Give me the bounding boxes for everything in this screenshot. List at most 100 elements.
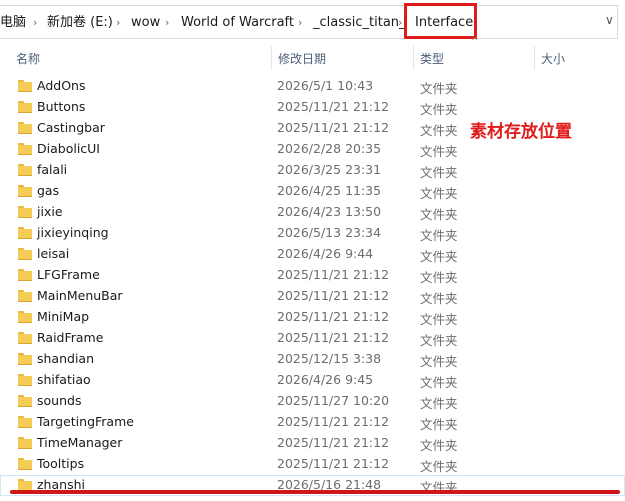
folder-icon	[18, 269, 32, 281]
file-name: TimeManager	[37, 435, 123, 450]
file-date: 2026/3/25 23:31	[277, 162, 382, 177]
file-date: 2026/4/23 13:50	[277, 204, 382, 219]
file-name: RaidFrame	[37, 330, 104, 345]
file-row[interactable]: TimeManager 2025/11/21 21:12 文件夹	[0, 433, 625, 454]
file-date: 2026/4/25 11:35	[277, 183, 382, 198]
file-type: 文件夹	[420, 228, 458, 243]
file-row[interactable]: Buttons 2025/11/21 21:12 文件夹	[0, 97, 625, 118]
file-date: 2025/11/21 21:12	[277, 330, 390, 345]
column-divider[interactable]	[534, 46, 535, 70]
file-name: shifatiao	[37, 372, 91, 387]
file-row[interactable]: falali 2026/3/25 23:31 文件夹	[0, 160, 625, 181]
folder-icon	[18, 227, 32, 239]
folder-icon	[18, 311, 32, 323]
crumb-classic-titan[interactable]: _classic_titan_	[313, 14, 406, 32]
folder-icon	[18, 416, 32, 428]
folder-icon	[18, 206, 32, 218]
file-name: Castingbar	[37, 120, 105, 135]
crumb-world-of-warcraft[interactable]: World of Warcraft	[181, 14, 294, 32]
file-name: jixie	[37, 204, 63, 219]
crumb-wow[interactable]: wow	[131, 14, 160, 32]
file-row[interactable]: DiabolicUI 2026/2/28 20:35 文件夹	[0, 139, 625, 160]
file-name: Tooltips	[37, 456, 85, 471]
file-date: 2026/4/26 9:45	[277, 372, 374, 387]
column-header: 名称 修改日期 类型 大小	[0, 46, 625, 70]
file-name: TargetingFrame	[37, 414, 134, 429]
column-divider[interactable]	[413, 46, 414, 70]
chevron-right-icon[interactable]: ›	[398, 14, 402, 32]
file-row[interactable]: TargetingFrame 2025/11/21 21:12 文件夹	[0, 412, 625, 433]
file-type: 文件夹	[420, 207, 458, 222]
column-type[interactable]: 类型	[420, 50, 444, 67]
file-row[interactable]: MiniMap 2025/11/21 21:12 文件夹	[0, 307, 625, 328]
chevron-right-icon[interactable]: ›	[33, 14, 37, 32]
file-row[interactable]: AddOns 2026/5/1 10:43 文件夹	[0, 76, 625, 97]
folder-icon	[18, 290, 32, 302]
chevron-right-icon[interactable]: ›	[165, 14, 169, 32]
chevron-right-icon[interactable]: ›	[116, 14, 120, 32]
folder-icon	[18, 164, 32, 176]
file-row[interactable]: shifatiao 2026/4/26 9:45 文件夹	[0, 370, 625, 391]
file-type: 文件夹	[420, 186, 458, 201]
file-date: 2025/11/21 21:12	[277, 456, 390, 471]
crumb-drive[interactable]: 新加卷 (E:)	[47, 14, 113, 32]
file-date: 2025/11/27 10:20	[277, 393, 390, 408]
file-type: 文件夹	[420, 312, 458, 327]
folder-icon	[18, 437, 32, 449]
folder-icon	[18, 332, 32, 344]
chevron-down-icon[interactable]: ∨	[605, 13, 614, 27]
file-name: Buttons	[37, 99, 86, 114]
folder-icon	[18, 143, 32, 155]
file-date: 2025/11/21 21:12	[277, 267, 390, 282]
file-date: 2026/4/26 9:44	[277, 246, 374, 261]
file-row[interactable]: shandian 2025/12/15 3:38 文件夹	[0, 349, 625, 370]
file-name: MainMenuBar	[37, 288, 123, 303]
folder-icon	[18, 458, 32, 470]
file-date: 2026/2/28 20:35	[277, 141, 382, 156]
folder-icon	[18, 185, 32, 197]
file-date: 2026/5/1 10:43	[277, 78, 374, 93]
file-type: 文件夹	[420, 270, 458, 285]
chevron-right-icon[interactable]: ›	[298, 14, 302, 32]
folder-icon	[18, 248, 32, 260]
file-row[interactable]: leisai 2026/4/26 9:44 文件夹	[0, 244, 625, 265]
file-date: 2025/11/21 21:12	[277, 309, 390, 324]
file-date: 2025/11/21 21:12	[277, 288, 390, 303]
folder-icon	[18, 395, 32, 407]
folder-icon	[18, 353, 32, 365]
file-type: 文件夹	[420, 459, 458, 474]
file-row[interactable]: Tooltips 2025/11/21 21:12 文件夹	[0, 454, 625, 475]
file-date: 2025/11/21 21:12	[277, 99, 390, 114]
file-row[interactable]: RaidFrame 2025/11/21 21:12 文件夹	[0, 328, 625, 349]
column-divider[interactable]	[271, 46, 272, 70]
file-row[interactable]: jixie 2026/4/23 13:50 文件夹	[0, 202, 625, 223]
file-type: 文件夹	[420, 144, 458, 159]
file-type: 文件夹	[420, 396, 458, 411]
file-type: 文件夹	[420, 249, 458, 264]
column-size[interactable]: 大小	[541, 50, 565, 67]
file-type: 文件夹	[420, 333, 458, 348]
file-date: 2026/5/13 23:34	[277, 225, 382, 240]
underline-marker	[10, 490, 620, 494]
file-row[interactable]: sounds 2025/11/27 10:20 文件夹	[0, 391, 625, 412]
highlight-box	[404, 3, 477, 39]
file-name: shandian	[37, 351, 95, 366]
file-name: falali	[37, 162, 68, 177]
file-row[interactable]: gas 2026/4/25 11:35 文件夹	[0, 181, 625, 202]
file-name: DiabolicUI	[37, 141, 100, 156]
file-date: 2025/11/21 21:12	[277, 414, 390, 429]
file-type: 文件夹	[420, 165, 458, 180]
file-name: gas	[37, 183, 60, 198]
file-row[interactable]: LFGFrame 2025/11/21 21:12 文件夹	[0, 265, 625, 286]
column-name[interactable]: 名称	[16, 50, 40, 67]
file-row[interactable]: jixieyinqing 2026/5/13 23:34 文件夹	[0, 223, 625, 244]
file-row[interactable]: MainMenuBar 2025/11/21 21:12 文件夹	[0, 286, 625, 307]
file-type: 文件夹	[420, 438, 458, 453]
crumb-this-pc[interactable]: 电脑	[0, 14, 26, 32]
file-name: leisai	[37, 246, 70, 261]
file-type: 文件夹	[420, 102, 458, 117]
address-bar[interactable]: 电脑 › 新加卷 (E:) › wow › World of Warcraft …	[0, 0, 625, 46]
sort-caret-icon: ^	[471, 37, 479, 47]
column-date[interactable]: 修改日期	[278, 50, 326, 67]
folder-icon	[18, 101, 32, 113]
